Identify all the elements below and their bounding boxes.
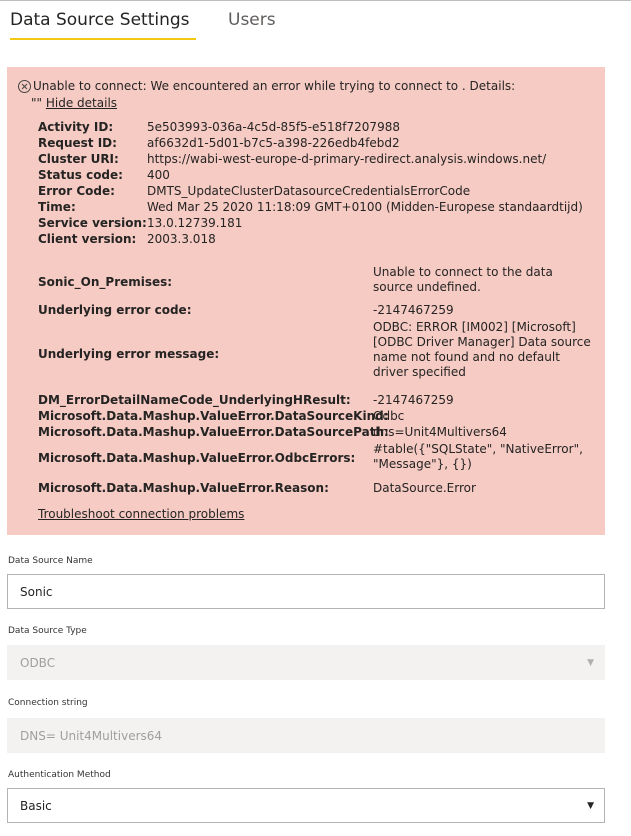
request-id-value: af6632d1-5d01-b7c5-a398-226edb4febd2: [147, 136, 400, 150]
activity-id-label: Activity ID:: [38, 120, 114, 134]
time-value: Wed Mar 25 2020 11:18:09 GMT+0100 (Midde…: [147, 200, 583, 214]
datasource-path-value: dns=Unit4Multivers64: [373, 425, 507, 439]
troubleshoot-link[interactable]: Troubleshoot connection problems: [38, 507, 244, 522]
connection-string-input: DNS= Unit4Multivers64: [7, 718, 605, 753]
service-version-label: Service version:: [38, 216, 147, 230]
status-code-value: 400: [147, 168, 170, 182]
data-source-name-label: Data Source Name: [8, 556, 93, 566]
error-message: Unable to connect: We encountered an err…: [33, 79, 516, 93]
request-id-label: Request ID:: [38, 136, 117, 150]
connection-string-value: DNS= Unit4Multivers64: [20, 729, 163, 743]
reason-label: Microsoft.Data.Mashup.ValueError.Reason:: [38, 481, 329, 495]
authentication-method-label: Authentication Method: [8, 770, 111, 780]
data-source-type-label: Data Source Type: [8, 626, 87, 636]
hide-details-link[interactable]: Hide details: [46, 96, 117, 110]
underlying-error-code-value: -2147467259: [373, 303, 454, 317]
authentication-method-value: Basic: [20, 799, 52, 813]
cluster-uri-value: https://wabi-west-europe-d-primary-redir…: [147, 152, 547, 166]
data-source-name-value: Sonic: [20, 585, 53, 599]
activity-id-value: 5e503993-036a-4c5d-85f5-e518f7207988: [147, 120, 400, 134]
error-code-value: DMTS_UpdateClusterDatasourceCredentialsE…: [147, 184, 471, 198]
data-source-settings-page: Data Source Settings Users Unable to con…: [0, 0, 631, 836]
data-source-type-value: ODBC: [20, 656, 56, 670]
connection-string-label: Connection string: [8, 698, 88, 708]
service-version-value: 13.0.12739.181: [147, 216, 243, 230]
hresult-value: -2147467259: [373, 393, 454, 407]
error-empty-detail: "": [31, 96, 43, 110]
reason-value: DataSource.Error: [373, 481, 476, 495]
underlying-error-message-value: ODBC: ERROR [IM002] [Microsoft] [ODBC Dr…: [373, 320, 591, 379]
datasource-path-label: Microsoft.Data.Mashup.ValueError.DataSou…: [38, 425, 389, 439]
datasource-kind-value: Odbc: [373, 409, 405, 423]
client-version-label: Client version:: [38, 232, 137, 246]
chevron-down-icon: ▼: [587, 801, 594, 811]
error-panel: Unable to connect: We encountered an err…: [7, 67, 605, 535]
top-divider: [0, 0, 631, 1]
error-circle-x-icon: [18, 80, 31, 93]
underlying-error-message-label: Underlying error message:: [38, 347, 220, 361]
client-version-value: 2003.3.018: [147, 232, 216, 246]
data-source-name-input[interactable]: Sonic: [7, 574, 605, 609]
active-tab-indicator: [10, 38, 196, 40]
odbc-errors-value: #table({"SQLState", "NativeError", "Mess…: [373, 442, 583, 471]
tab-users[interactable]: Users: [228, 10, 276, 30]
underlying-error-code-label: Underlying error code:: [38, 303, 192, 317]
sonic-on-premises-value: Unable to connect to the data source und…: [373, 265, 553, 294]
status-code-label: Status code:: [38, 168, 123, 182]
datasource-kind-label: Microsoft.Data.Mashup.ValueError.DataSou…: [38, 409, 389, 423]
data-source-type-select: ODBC ▼: [7, 645, 605, 680]
time-label: Time:: [38, 200, 76, 214]
cluster-uri-label: Cluster URI:: [38, 152, 119, 166]
odbc-errors-label: Microsoft.Data.Mashup.ValueError.OdbcErr…: [38, 451, 356, 465]
error-message-details: "" Hide details: [31, 96, 117, 111]
tab-data-source-settings[interactable]: Data Source Settings: [10, 10, 190, 30]
error-code-label: Error Code:: [38, 184, 115, 198]
hresult-label: DM_ErrorDetailNameCode_UnderlyingHResult…: [38, 393, 351, 407]
sonic-on-premises-label: Sonic_On_Premises:: [38, 275, 173, 289]
authentication-method-select[interactable]: Basic ▼: [7, 788, 605, 823]
chevron-down-icon: ▼: [587, 658, 594, 668]
